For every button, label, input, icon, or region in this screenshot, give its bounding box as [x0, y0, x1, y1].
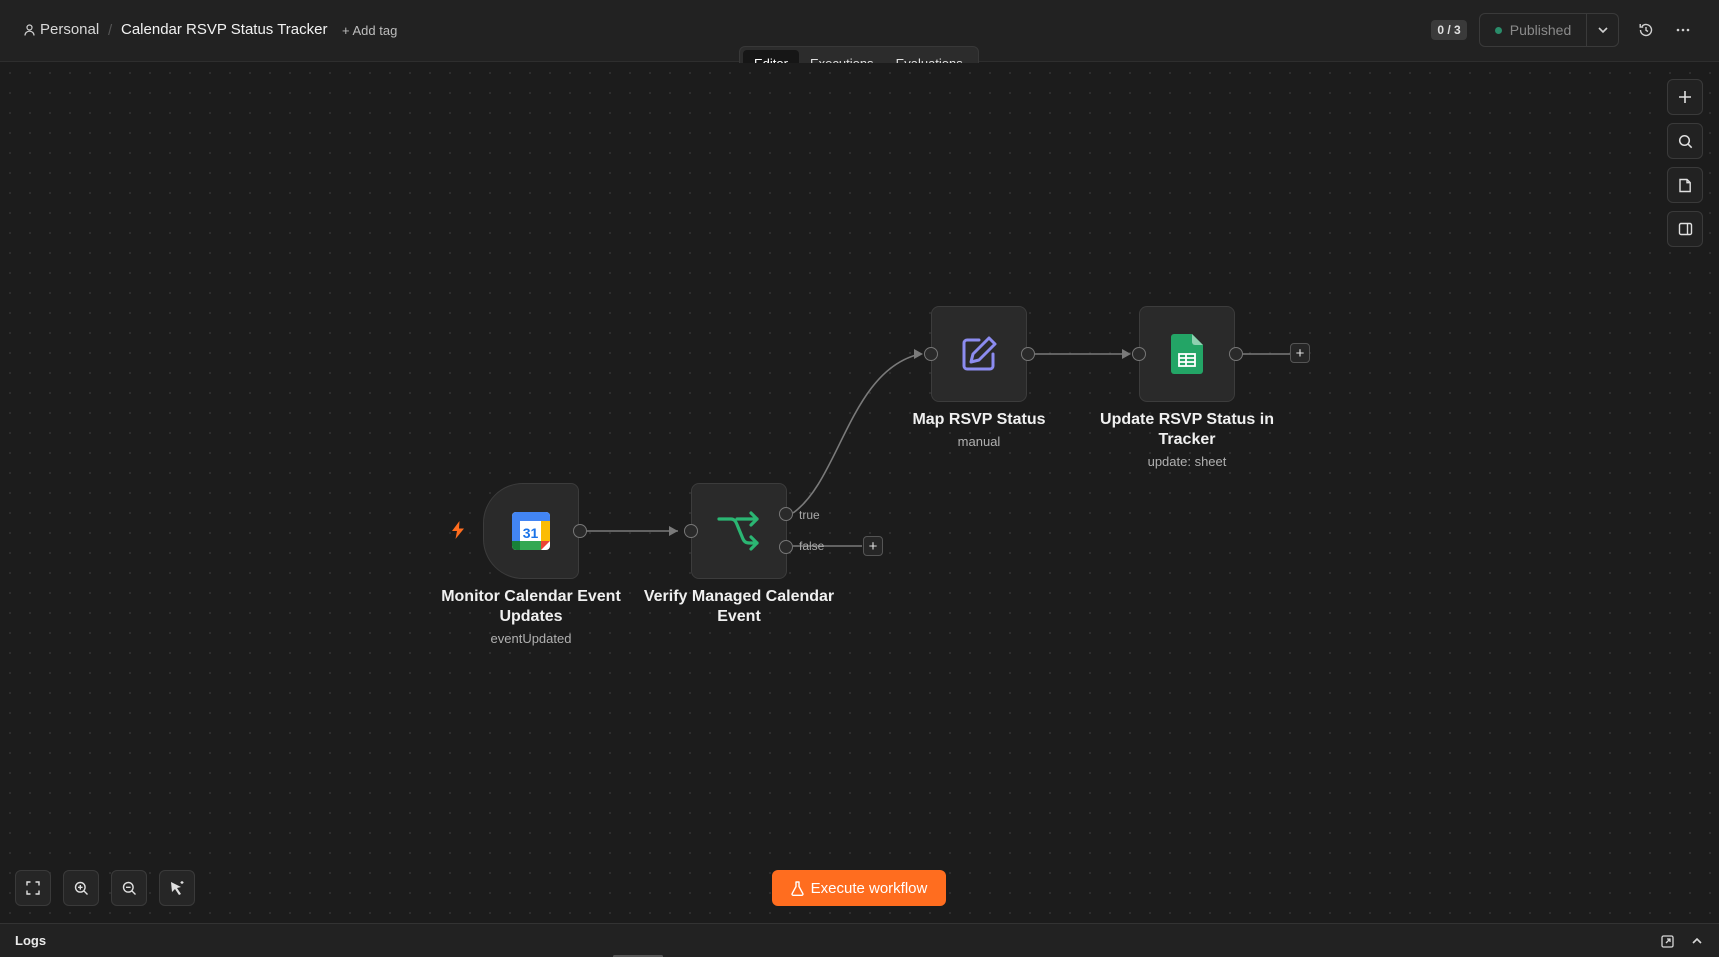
wand-icon	[171, 881, 184, 895]
publish-control: Published	[1479, 13, 1619, 47]
user-icon	[24, 23, 35, 36]
status-dot	[1494, 26, 1502, 34]
add-node-false-button[interactable]: +	[863, 536, 883, 556]
search-nodes-button[interactable]	[1667, 123, 1703, 159]
node-label-update-tracker: Update RSVP Status in Tracker	[1100, 411, 1274, 448]
publish-button[interactable]: Published	[1480, 14, 1587, 46]
popout-icon	[1660, 934, 1674, 948]
input-handle[interactable]	[1132, 347, 1146, 361]
node-label-map-rsvp: Map RSVP Status	[912, 411, 1046, 428]
node-label-verify-calendar: Verify Managed Calendar Event	[643, 588, 835, 625]
output-handle[interactable]	[573, 524, 587, 538]
node-sub-map-rsvp: manual	[957, 434, 1001, 449]
node-verify-calendar[interactable]	[684, 483, 793, 579]
add-tag-button[interactable]: + Add tag	[342, 23, 397, 38]
breadcrumb-separator: /	[108, 22, 113, 39]
if-branch-icon	[717, 511, 759, 551]
sticky-note-button[interactable]	[1667, 167, 1703, 203]
flask-icon	[791, 880, 804, 896]
node-sub-monitor-calendar: eventUpdated	[490, 631, 572, 646]
node-monitor-calendar[interactable]: 31	[483, 483, 587, 579]
more-options-button[interactable]	[1673, 20, 1693, 40]
input-handle[interactable]	[924, 347, 938, 361]
trigger-bolt-icon	[452, 521, 464, 539]
execute-workflow-label: Execute workflow	[810, 879, 928, 897]
node-update-tracker[interactable]	[1132, 306, 1243, 402]
toggle-panel-button[interactable]	[1667, 211, 1703, 247]
plus-icon	[1679, 91, 1691, 103]
branch-label-true: true	[799, 508, 820, 522]
breadcrumb-project[interactable]: Personal	[24, 21, 99, 38]
branch-label-false: false	[799, 539, 825, 553]
output-handle[interactable]	[1021, 347, 1035, 361]
chevron-up-icon	[1692, 937, 1702, 944]
tidy-up-button[interactable]	[159, 870, 195, 906]
panel-icon	[1678, 222, 1692, 236]
node-map-rsvp[interactable]	[924, 306, 1035, 402]
ellipsis-icon	[1676, 28, 1690, 32]
breadcrumb-project-label: Personal	[40, 21, 100, 38]
output-handle-false[interactable]	[779, 540, 793, 554]
history-button[interactable]	[1636, 20, 1656, 40]
node-label-monitor-calendar: Monitor Calendar Event Updates	[441, 588, 621, 625]
zoom-in-icon	[74, 881, 88, 895]
output-handle-true[interactable]	[779, 507, 793, 521]
google-sheets-icon	[1171, 334, 1203, 374]
zoom-in-button[interactable]	[63, 870, 99, 906]
zoom-out-button[interactable]	[111, 870, 147, 906]
node-sub-update-tracker: update: sheet	[1147, 454, 1227, 469]
publish-dropdown-button[interactable]	[1587, 14, 1618, 46]
logs-title: Logs	[15, 933, 47, 948]
add-node-button[interactable]	[1667, 79, 1703, 115]
calendar-day-number: 31	[523, 525, 539, 541]
google-calendar-icon: 31	[512, 512, 550, 550]
workflow-canvas[interactable]	[0, 63, 1719, 923]
logs-panel[interactable]: Logs	[0, 923, 1719, 957]
add-node-after-button[interactable]: +	[1290, 343, 1310, 363]
logs-popout-button[interactable]	[1657, 931, 1677, 951]
workflow-title[interactable]: Calendar RSVP Status Tracker	[121, 21, 327, 38]
edit-pencil-icon	[962, 336, 997, 371]
search-icon	[1678, 134, 1692, 148]
execute-workflow-button[interactable]: Execute workflow	[772, 870, 946, 906]
publish-status-label: Published	[1509, 22, 1572, 38]
output-handle[interactable]	[1229, 347, 1243, 361]
chevron-down-icon	[1597, 27, 1608, 34]
history-icon	[1639, 23, 1653, 37]
input-handle[interactable]	[684, 524, 698, 538]
active-counter-badge: 0 / 3	[1431, 20, 1467, 40]
fit-view-icon	[26, 881, 40, 895]
logs-expand-button[interactable]	[1687, 931, 1707, 951]
fit-view-button[interactable]	[15, 870, 51, 906]
sticky-note-icon	[1679, 178, 1691, 192]
zoom-out-icon	[122, 881, 136, 895]
